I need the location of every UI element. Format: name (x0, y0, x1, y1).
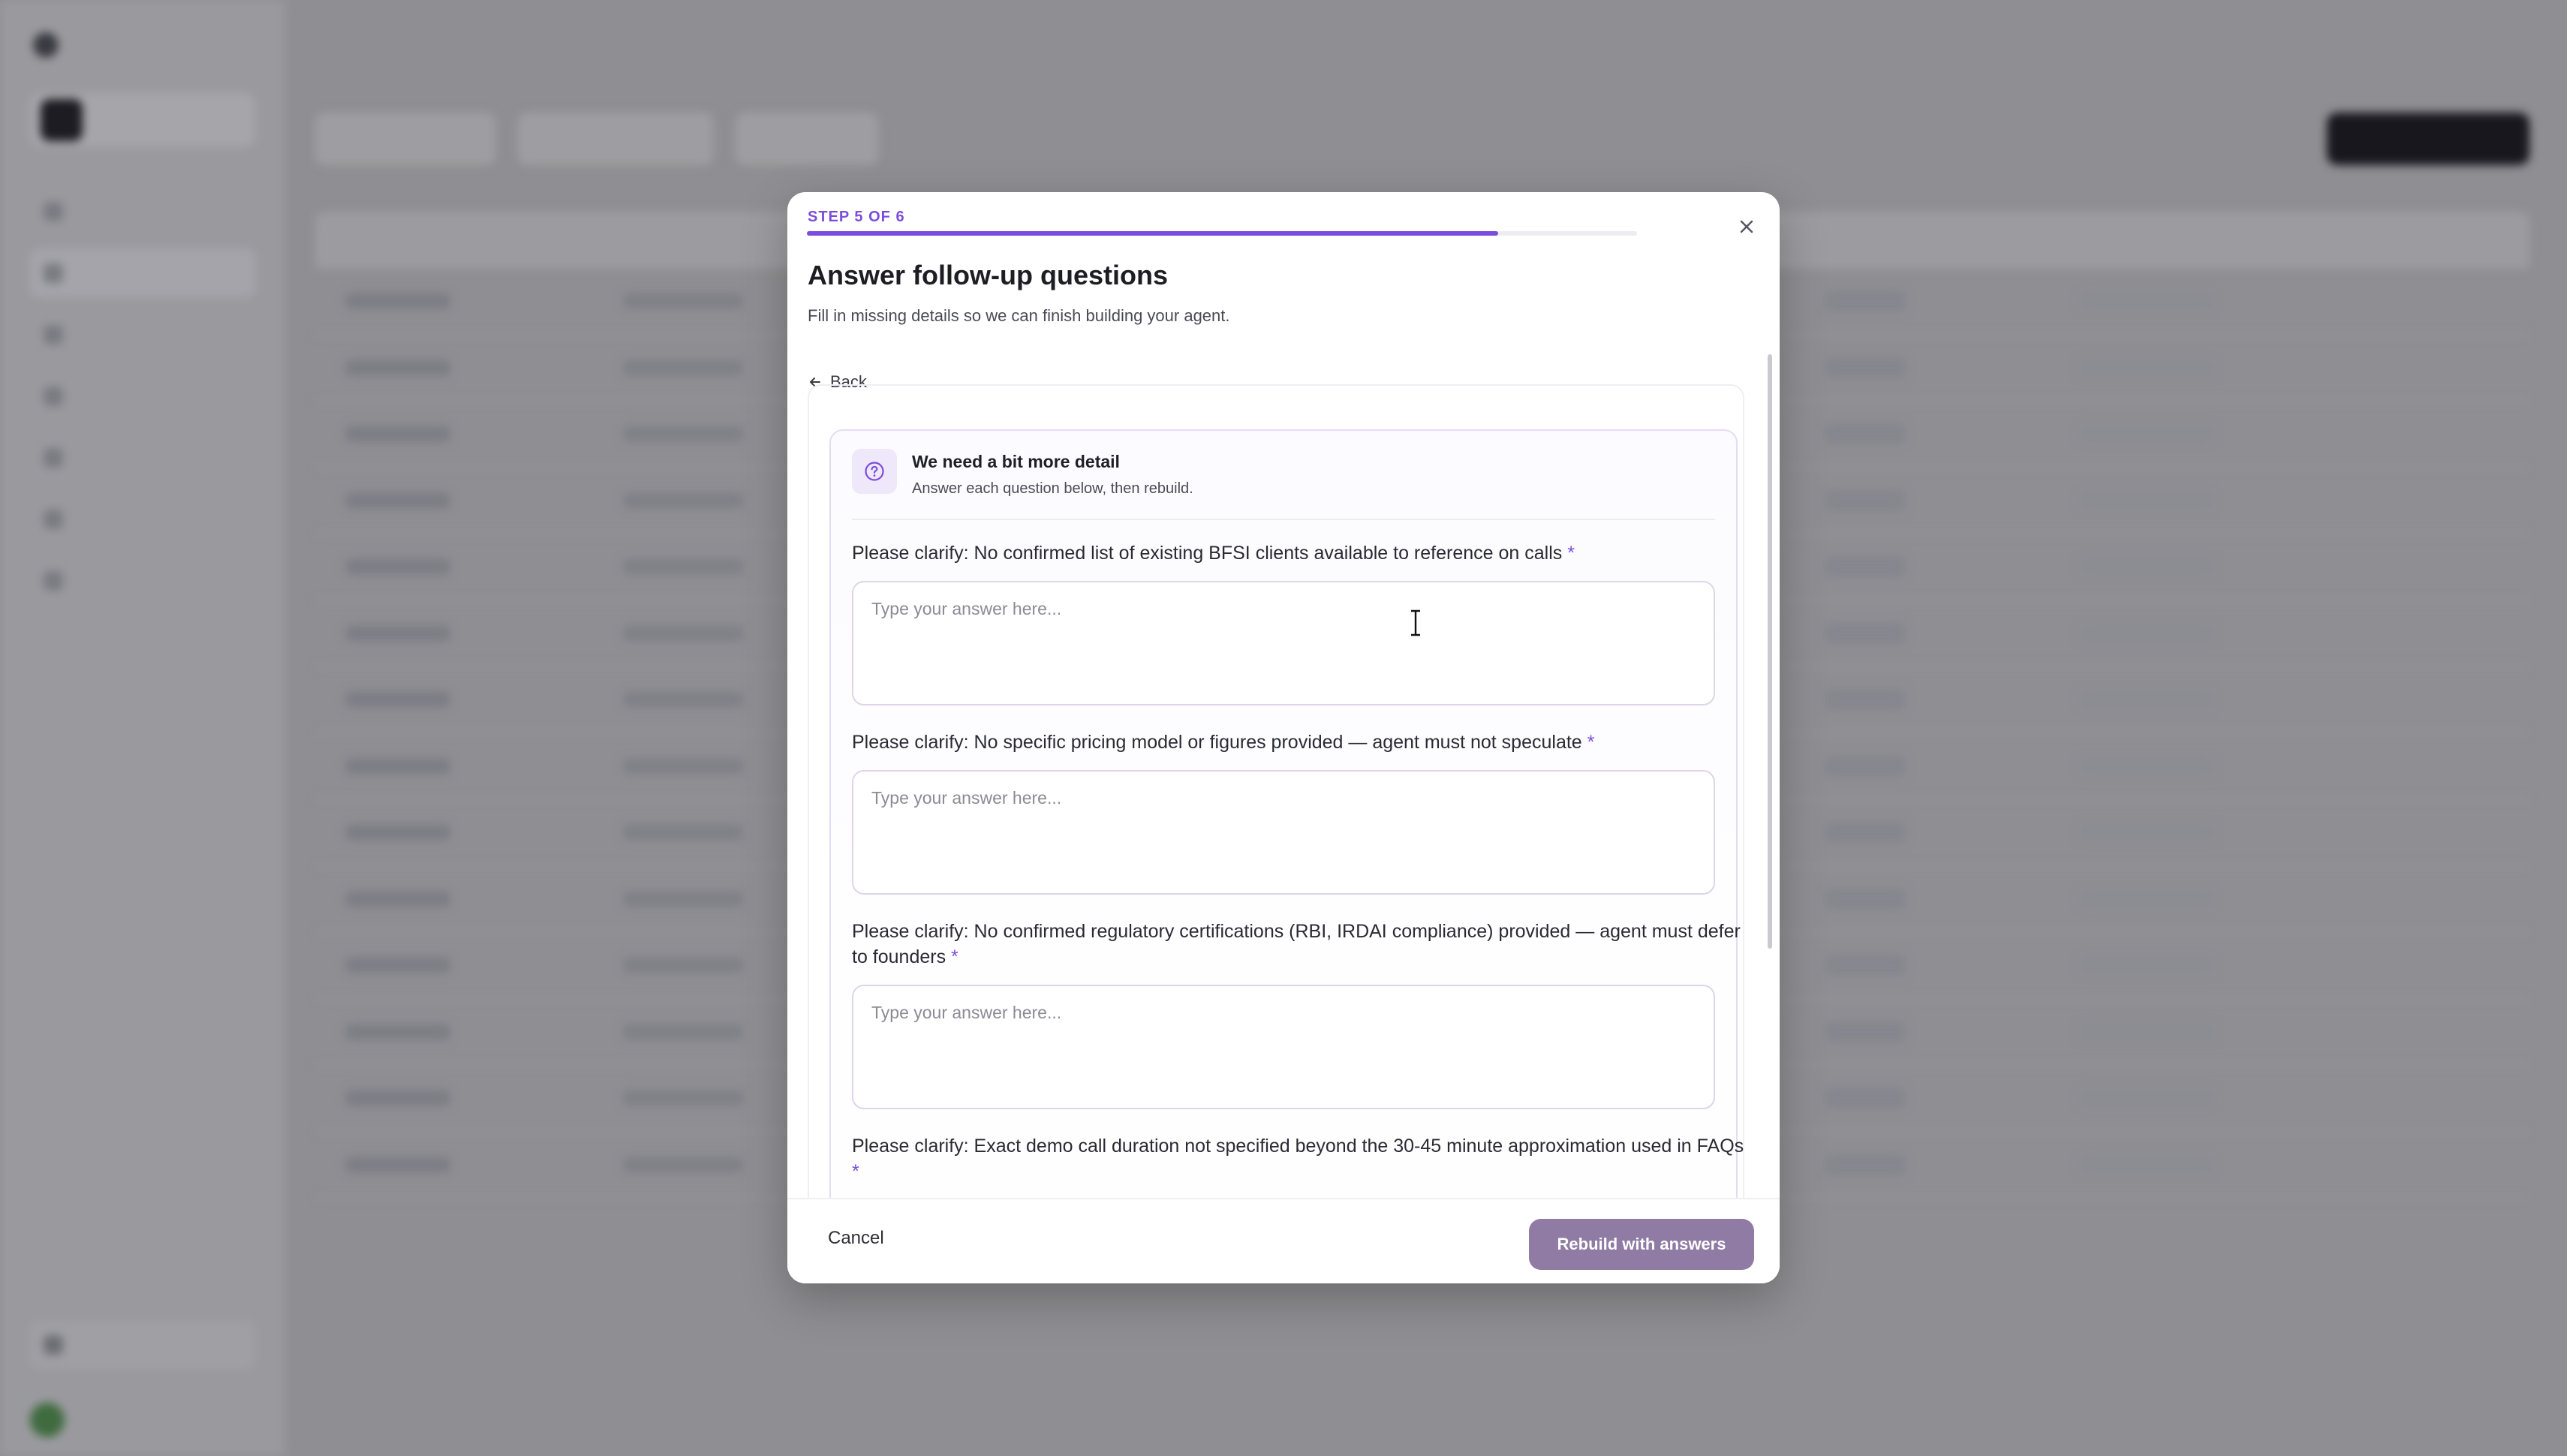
close-icon (1740, 220, 1753, 233)
answer-input[interactable] (852, 581, 1715, 705)
filter-chip (315, 113, 495, 165)
question-label: Please clarify: No confirmed list of exi… (852, 543, 1575, 564)
modal-footer: Cancel Rebuild with answers (787, 1198, 1780, 1283)
org-switcher (30, 93, 255, 147)
user-profile (30, 1396, 255, 1444)
step-indicator: STEP 5 OF 6 (808, 209, 905, 225)
filter-chip (518, 113, 713, 165)
required-mark: * (1587, 732, 1595, 753)
sidebar-nav (30, 188, 255, 618)
text-cursor-icon (1411, 609, 1420, 636)
step-progress-bar (807, 231, 1637, 236)
modal-subtitle: Fill in missing details so we can finish… (808, 306, 1230, 325)
answer-input[interactable] (852, 985, 1715, 1109)
divider (852, 519, 1715, 520)
answer-input[interactable] (852, 770, 1715, 895)
cancel-button[interactable]: Cancel (828, 1228, 884, 1249)
rebuild-button[interactable]: Rebuild with answers (1529, 1219, 1754, 1270)
required-mark: * (1567, 543, 1575, 564)
sidebar-item (30, 311, 255, 359)
close-button[interactable] (1732, 212, 1762, 242)
modal-title: Answer follow-up questions (808, 260, 1169, 290)
sidebar-item (30, 557, 255, 605)
follow-up-questions-modal: STEP 5 OF 6 Answer follow-up questions F… (787, 192, 1780, 1283)
sidebar-item (30, 495, 255, 543)
filter-bar (315, 113, 878, 165)
info-title: We need a bit more detail (912, 452, 1120, 471)
required-mark: * (852, 1161, 859, 1182)
sidebar-item (30, 249, 255, 297)
info-badge (852, 449, 897, 494)
scrollbar[interactable] (1768, 354, 1772, 949)
app-logo (33, 30, 273, 60)
filter-chip (736, 113, 878, 165)
sidebar-footer-item (30, 1321, 255, 1369)
required-mark: * (951, 946, 958, 967)
info-subtitle: Answer each question below, then rebuild… (912, 480, 1193, 497)
new-agent-button (2327, 113, 2529, 165)
question-label: Please clarify: Exact demo call duration… (852, 1136, 1744, 1182)
sidebar (0, 0, 285, 1456)
question-label: Please clarify: No specific pricing mode… (852, 732, 1595, 753)
sidebar-item (30, 372, 255, 420)
question-label: Please clarify: No confirmed regulatory … (852, 921, 1741, 967)
question-circle-icon (865, 462, 884, 481)
step-progress-fill (807, 231, 1499, 236)
sidebar-item (30, 434, 255, 482)
sidebar-item (30, 188, 255, 236)
